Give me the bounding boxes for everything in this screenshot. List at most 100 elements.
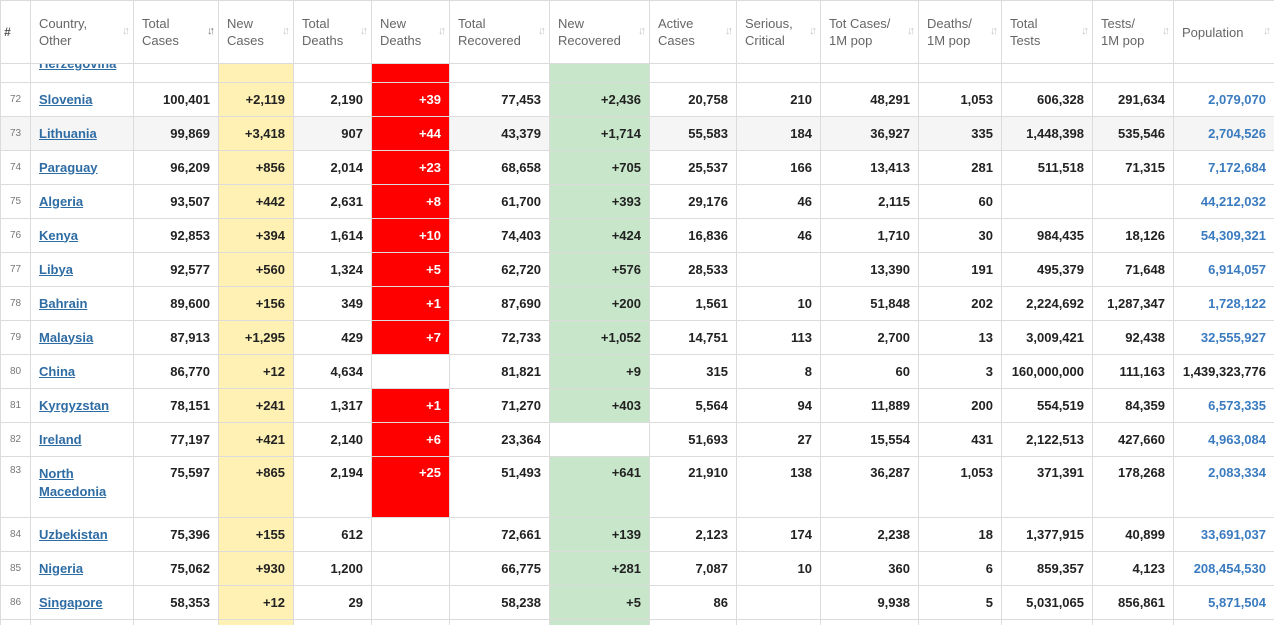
table-row: 83 North Macedonia 75,597 +865 2,194 +25 51,49…	[0, 456, 1274, 518]
sort-icon[interactable]: ↓↑	[1263, 23, 1271, 40]
country-link[interactable]: North Macedonia	[39, 466, 106, 499]
population-cell: 2,704,526	[1173, 116, 1274, 151]
sort-icon[interactable]: ↓↑	[438, 23, 446, 40]
table-cell: 629,522	[1001, 619, 1093, 625]
country-link[interactable]: Bahrain	[39, 296, 87, 311]
col-tests-per-1m-header[interactable]: Tests/ 1M pop ↓↑	[1092, 0, 1174, 64]
table-cell: 28,533	[649, 252, 737, 287]
col-country-header[interactable]: Country, Other ↓↑	[30, 0, 134, 64]
country-link[interactable]: China	[39, 364, 75, 379]
table-cell: 2,238	[820, 517, 919, 552]
table-row-partial: Herzegovina	[0, 63, 1274, 83]
col-total-cases-label: Total Cases	[142, 16, 179, 48]
table-cell: 78,151	[133, 388, 219, 423]
population-cell: 5,871,504	[1173, 585, 1274, 620]
table-cell: 606,328	[1001, 82, 1093, 117]
table-cell: 856,861	[1092, 585, 1174, 620]
table-cell: 535,546	[1092, 116, 1174, 151]
new-recovered-cell: +139	[549, 517, 650, 552]
new-recovered-cell: +281	[549, 551, 650, 586]
new-deaths-cell	[371, 354, 450, 389]
sort-icon[interactable]: ↓↑	[638, 23, 646, 40]
table-cell: 40,899	[1092, 517, 1174, 552]
table-cell	[449, 63, 550, 83]
table-cell: 327	[293, 619, 372, 625]
table-cell: 2,224,692	[1001, 286, 1093, 321]
sort-icon[interactable]: ↓↑	[360, 23, 368, 40]
population-cell: 7,172,684	[1173, 150, 1274, 185]
country-link[interactable]: Nigeria	[39, 561, 83, 576]
table-cell	[133, 63, 219, 83]
table-cell: 87,690	[449, 286, 550, 321]
col-total-deaths-header[interactable]: Total Deaths ↓↑	[293, 0, 372, 64]
table-row: 76 Kenya 92,853 +394 1,614 +10 74,403 +424 16,83…	[0, 218, 1274, 253]
table-cell: 27	[736, 422, 821, 457]
col-new-recovered-header[interactable]: New Recovered ↓↑	[549, 0, 650, 64]
sort-icon[interactable]: ↓↑	[207, 23, 215, 40]
sort-icon[interactable]: ↓↑	[282, 23, 290, 40]
country-link[interactable]: Kyrgyzstan	[39, 398, 109, 413]
col-rank-header: #	[0, 0, 31, 64]
new-deaths-cell: +7	[371, 320, 450, 355]
rank-cell: 81	[0, 388, 31, 423]
table-cell: 29,176	[649, 184, 737, 219]
sort-icon[interactable]: ↓↑	[990, 23, 998, 40]
country-link[interactable]: Libya	[39, 262, 73, 277]
table-cell: 174	[736, 517, 821, 552]
country-link[interactable]: Ireland	[39, 432, 82, 447]
sort-icon[interactable]: ↓↑	[122, 23, 130, 40]
new-recovered-cell: +576	[549, 252, 650, 287]
col-population-header[interactable]: Population ↓↑	[1173, 0, 1274, 64]
country-link[interactable]: Slovenia	[39, 92, 92, 107]
col-total-recovered-header[interactable]: Total Recovered ↓↑	[449, 0, 550, 64]
col-cases-per-1m-label: Tot Cases/ 1M pop	[829, 16, 891, 48]
rank-cell: 77	[0, 252, 31, 287]
sort-icon[interactable]: ↓↑	[1081, 23, 1089, 40]
col-cases-per-1m-header[interactable]: Tot Cases/ 1M pop ↓↑	[820, 0, 919, 64]
table-cell	[649, 63, 737, 83]
sort-icon[interactable]: ↓↑	[538, 23, 546, 40]
col-serious-critical-header[interactable]: Serious, Critical ↓↑	[736, 0, 821, 64]
country-link[interactable]: Malaysia	[39, 330, 93, 345]
table-cell: 36,927	[820, 116, 919, 151]
country-cell: China	[30, 354, 134, 389]
country-cell: Slovenia	[30, 82, 134, 117]
new-deaths-cell	[371, 517, 450, 552]
country-link[interactable]: Singapore	[39, 595, 103, 610]
col-total-tests-header[interactable]: Total Tests ↓↑	[1001, 0, 1093, 64]
table-cell: 92,853	[133, 218, 219, 253]
country-link[interactable]: Algeria	[39, 194, 83, 209]
col-active-cases-header[interactable]: Active Cases ↓↑	[649, 0, 737, 64]
country-link[interactable]: Kenya	[39, 228, 78, 243]
col-deaths-per-1m-header[interactable]: Deaths/ 1M pop ↓↑	[918, 0, 1002, 64]
table-cell: 75,597	[133, 456, 219, 518]
country-link[interactable]: Uzbekistan	[39, 527, 108, 542]
col-new-cases-header[interactable]: New Cases ↓↑	[218, 0, 294, 64]
new-cases-cell: +2,119	[218, 82, 294, 117]
table-cell: 907	[293, 116, 372, 151]
sort-icon[interactable]: ↓↑	[809, 23, 817, 40]
table-cell	[1092, 63, 1174, 83]
country-link[interactable]: Herzegovina	[39, 65, 116, 72]
table-cell: 20,758	[649, 82, 737, 117]
new-cases-cell: +241	[218, 388, 294, 423]
table-cell: 58,238	[449, 585, 550, 620]
col-new-deaths-header[interactable]: New Deaths ↓↑	[371, 0, 450, 64]
country-cell: North Macedonia	[30, 456, 134, 518]
new-deaths-cell: +1	[371, 286, 450, 321]
table-cell: 6	[918, 551, 1002, 586]
col-total-cases-header[interactable]: Total Cases ↓↑	[133, 0, 219, 64]
population-cell: 6,573,335	[1173, 388, 1274, 423]
table-cell: 75,396	[133, 517, 219, 552]
new-cases-cell: +156	[218, 286, 294, 321]
table-cell: 281	[918, 150, 1002, 185]
rank-cell: 79	[0, 320, 31, 355]
sort-icon[interactable]: ↓↑	[725, 23, 733, 40]
sort-icon[interactable]: ↓↑	[1162, 23, 1170, 40]
country-link[interactable]: Lithuania	[39, 126, 97, 141]
table-cell: 36,287	[820, 456, 919, 518]
table-row: 78 Bahrain 89,600 +156 349 +1 87,690 +200 1,561 1…	[0, 286, 1274, 321]
country-link[interactable]: Paraguay	[39, 160, 98, 175]
sort-icon[interactable]: ↓↑	[907, 23, 915, 40]
table-cell: 30	[918, 218, 1002, 253]
